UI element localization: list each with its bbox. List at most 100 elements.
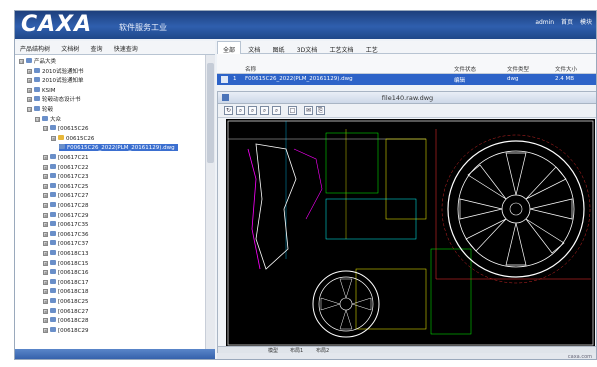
- user-name[interactable]: admin: [535, 19, 554, 26]
- tree-item[interactable]: ⊟ 产品大类: [19, 58, 56, 65]
- tab-documents[interactable]: 文档: [243, 42, 265, 54]
- tree-item[interactable]: ⊞ [00618C28: [43, 317, 88, 324]
- tree-expander-icon[interactable]: ⊞: [43, 155, 48, 160]
- tree-expander-icon[interactable]: ⊞: [43, 327, 48, 333]
- zoom-extents-icon[interactable]: ⌕: [272, 106, 281, 115]
- tree-item-label: [00617C35: [58, 222, 89, 229]
- tree-item[interactable]: ⊞ 轮毂动态设计书: [27, 96, 81, 103]
- cad-drawing[interactable]: [226, 119, 595, 347]
- tree-expander-icon[interactable]: ⊞: [43, 174, 48, 180]
- mail-icon[interactable]: ✉: [304, 106, 313, 115]
- tree-expander-icon[interactable]: ⊞: [43, 279, 48, 285]
- tree-expander-icon[interactable]: ⊟: [43, 126, 48, 132]
- column-name[interactable]: 名称: [245, 65, 256, 73]
- part-icon: [59, 144, 65, 150]
- tree-expander-icon[interactable]: ⊞: [43, 231, 48, 237]
- tree-expander-icon[interactable]: ⊟: [35, 116, 40, 122]
- tab-process[interactable]: 工艺: [361, 42, 383, 54]
- tab-quick-query[interactable]: 快速查询: [109, 41, 142, 53]
- rotate-icon[interactable]: ↻: [224, 106, 233, 115]
- tree-expander-icon[interactable]: ⊞: [43, 203, 48, 208]
- status-text: caxa.com: [567, 354, 592, 360]
- tree-item-label: [00617C29: [58, 212, 89, 219]
- tree-item[interactable]: F00615C26_2022(PLM_20161129).dwg: [59, 144, 178, 152]
- tree-expander-icon[interactable]: ⊞: [43, 212, 48, 218]
- tree-item[interactable]: ⊞ [00618C13: [43, 250, 88, 257]
- column-type[interactable]: 文件类型: [507, 65, 529, 73]
- tree-item[interactable]: ⊞ 00615C26: [51, 134, 95, 142]
- tree-item[interactable]: ⊞ 2010试验通知单: [27, 77, 84, 84]
- tree-expander-icon[interactable]: ⊞: [43, 308, 48, 314]
- row-file-name[interactable]: F00615C26_2022(PLM_20161129).dwg: [245, 76, 353, 82]
- tree-item-label: 00615C26: [66, 135, 95, 142]
- tree-expander-icon[interactable]: ⊞: [43, 183, 48, 189]
- tree-expander-icon[interactable]: ⊞: [43, 222, 48, 228]
- tree-item[interactable]: ⊞ [00617C37: [43, 240, 88, 247]
- tree-item[interactable]: ⊞ [00617C28: [43, 202, 88, 209]
- tree-item[interactable]: ⊞ [00618C27: [43, 307, 88, 315]
- tree-item[interactable]: ⊞ KSIM: [27, 86, 55, 94]
- tree-expander-icon[interactable]: ⊞: [43, 193, 48, 199]
- tree-item[interactable]: ⊞ [00617C35: [43, 221, 88, 228]
- tab-drawings[interactable]: 图纸: [268, 42, 290, 54]
- tree-expander-icon[interactable]: ⊞: [27, 97, 32, 103]
- tree-expander-icon[interactable]: ⊞: [43, 289, 48, 295]
- tree-item[interactable]: ⊟ [00615C26: [43, 125, 88, 132]
- tree-item[interactable]: ⊞ [00618C16: [43, 269, 88, 276]
- folder-icon: [34, 96, 40, 102]
- tree-expander-icon[interactable]: ⊞: [27, 87, 32, 93]
- tree-expander-icon[interactable]: ⊞: [27, 78, 32, 84]
- tree-item[interactable]: ⊞ [00617C22: [43, 163, 88, 171]
- layout-tabs: 模型 布局1 布局2: [218, 346, 596, 354]
- tree-expander-icon[interactable]: ⊞: [43, 299, 48, 304]
- header-link-module[interactable]: 模块: [580, 19, 592, 26]
- tree-expander-icon[interactable]: ⊞: [43, 251, 48, 256]
- tab-product-tree[interactable]: 产品结构树: [15, 41, 54, 53]
- zoom-out-icon[interactable]: ⌕: [248, 106, 257, 115]
- frame-icon[interactable]: □: [288, 106, 297, 115]
- tree-expander-icon[interactable]: ⊞: [27, 68, 32, 74]
- header-link-home[interactable]: 首页: [561, 19, 573, 26]
- tree-item[interactable]: ⊞ 2010试验通知书: [27, 67, 84, 75]
- tree-item[interactable]: ⊞ [00617C25: [43, 182, 88, 190]
- tree-item[interactable]: ⊞ [00617C21: [43, 154, 88, 161]
- tree-expander-icon[interactable]: ⊞: [51, 135, 56, 141]
- tree-item-label: [00618C29: [58, 327, 89, 334]
- tree-expander-icon[interactable]: ⊞: [43, 270, 48, 276]
- tree-item[interactable]: ⊟ 轮毂: [27, 106, 53, 113]
- part-icon: [50, 202, 56, 207]
- tree-item[interactable]: ⊞ [00618C15: [43, 259, 88, 267]
- tree-item[interactable]: ⊞ [00617C23: [43, 173, 88, 180]
- table-row[interactable]: 1 F00615C26_2022(PLM_20161129).dwg 编辑 dw…: [217, 74, 596, 85]
- tree-scrollbar[interactable]: [205, 55, 215, 349]
- tree-item[interactable]: ⊞ [00617C27: [43, 192, 88, 199]
- tree-expander-icon[interactable]: ⊟: [19, 59, 24, 64]
- copy-icon[interactable]: ⎘: [316, 106, 325, 115]
- tree-item[interactable]: ⊞ [00617C36: [43, 230, 88, 238]
- tree-item[interactable]: ⊞ [00618C18: [43, 288, 88, 295]
- tree-expander-icon[interactable]: ⊞: [43, 318, 48, 324]
- tree-item-label: [00618C17: [58, 279, 89, 286]
- row-checkbox[interactable]: [221, 76, 228, 83]
- tree-item[interactable]: ⊞ [00617C29: [43, 211, 89, 219]
- tree-expander-icon[interactable]: ⊞: [43, 164, 48, 170]
- tree-item[interactable]: ⊞ [00618C25: [43, 298, 88, 305]
- column-size[interactable]: 文件大小: [555, 65, 577, 73]
- tree-scrollbar-thumb[interactable]: [207, 63, 214, 163]
- tab-query[interactable]: 查询: [86, 41, 107, 53]
- part-icon: [50, 288, 56, 294]
- tree-item[interactable]: ⊞ [00618C17: [43, 278, 89, 286]
- tree-expander-icon[interactable]: ⊞: [43, 241, 48, 247]
- tab-process-documents[interactable]: 工艺文档: [324, 42, 358, 54]
- column-status[interactable]: 文件状态: [454, 65, 476, 73]
- tab-document-tree[interactable]: 文档树: [56, 41, 83, 53]
- wheel-section-view: [247, 143, 323, 270]
- tree-expander-icon[interactable]: ⊞: [43, 260, 48, 266]
- zoom-window-icon[interactable]: ⌕: [260, 106, 269, 115]
- tree-item[interactable]: ⊟ 大众: [35, 115, 61, 123]
- tree-expander-icon[interactable]: ⊟: [27, 107, 32, 112]
- tree-item[interactable]: ⊞ [00618C29: [43, 326, 89, 334]
- tab-3d-documents[interactable]: 3D文档: [292, 42, 322, 54]
- tab-all[interactable]: 全部: [217, 41, 242, 54]
- zoom-in-icon[interactable]: ⌕: [236, 106, 245, 115]
